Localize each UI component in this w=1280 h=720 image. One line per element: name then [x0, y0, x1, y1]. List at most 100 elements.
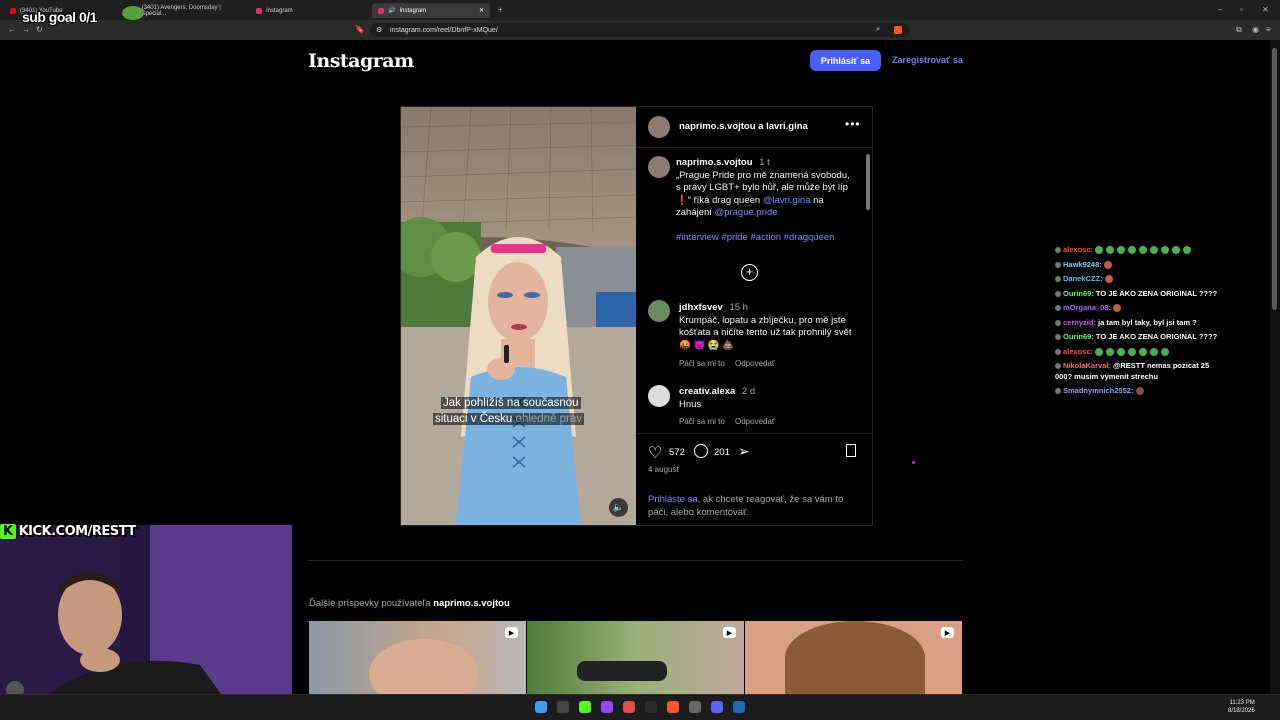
tab-instagram-active[interactable]: 🔊 Instagram ✕ — [372, 3, 490, 18]
menu-icon[interactable]: ≡ — [1266, 25, 1271, 34]
chat-username: Ourin69: — [1063, 288, 1094, 298]
chat-message: NikolaKarval: @RESTT nemas pozicat 25 00… — [1055, 361, 1225, 382]
author-avatar[interactable] — [648, 116, 670, 138]
tab-instagram-1[interactable]: Instagram — [250, 3, 368, 18]
new-tab-icon[interactable]: + — [498, 5, 503, 14]
share-icon[interactable]: ➢ — [738, 443, 750, 460]
more-options-icon[interactable]: ••• — [845, 117, 861, 131]
windows-start-icon[interactable] — [535, 701, 547, 713]
comment-username[interactable]: jdhxfsvev — [679, 302, 723, 313]
related-reel-1[interactable]: ▶ — [309, 621, 526, 694]
chat-emote-icon — [1095, 347, 1104, 356]
chat-emote-icon — [1161, 246, 1170, 255]
obs-app-icon[interactable] — [689, 701, 701, 713]
chat-badge-icon — [1055, 319, 1061, 326]
youtube-icon — [10, 7, 16, 14]
chat-username: NikolaKarval: — [1063, 361, 1111, 370]
comment-2-like[interactable]: Páči sa mi to — [679, 417, 725, 426]
bookmark-icon[interactable]: 🔖 — [355, 25, 365, 34]
chat-badge-icon — [1055, 305, 1061, 312]
caption-username[interactable]: naprimo.s.vojtou — [676, 157, 753, 168]
close-tab-icon[interactable]: ✕ — [479, 7, 484, 14]
signup-link[interactable]: Zaregistrovať sa — [892, 55, 963, 65]
chat-username: alexosc: — [1063, 346, 1094, 356]
profile-icon[interactable]: ◉ — [1252, 25, 1259, 34]
video-caption-line1: Jak pohlížíš na současnou — [441, 397, 581, 409]
stream-chat: alexosc: Hawk9248: DanekCZZ: Ourin69: TO… — [1055, 245, 1225, 401]
commenter-avatar[interactable] — [648, 385, 670, 407]
forward-icon[interactable]: → — [22, 25, 30, 34]
caption-hashtags[interactable]: #interview #pride #action #dragqueen — [676, 232, 834, 243]
extensions-icon[interactable]: ⧉ — [1236, 25, 1242, 35]
commenter-avatar[interactable] — [648, 300, 670, 322]
minimize-icon[interactable]: – — [1218, 5, 1222, 14]
address-bar[interactable]: ⚙ instagram.com/reel/DbnfP-xMQue/ ⌕ — [370, 23, 910, 37]
chat-badge-icon — [1055, 334, 1061, 341]
chat-text: ja tam byl taky, byl jsi tam ? — [1095, 317, 1197, 327]
instagram-logo[interactable]: Instagram — [308, 50, 414, 72]
discord-app-icon[interactable] — [711, 701, 723, 713]
kick-overlay: K KICK.COM/RESTT — [0, 524, 136, 539]
video-caption-line2: situaci v Česku ohledně práv — [433, 413, 585, 425]
reload-icon[interactable]: ↻ — [36, 25, 43, 34]
chat-emote-icon — [1161, 347, 1170, 356]
chat-badge-icon — [1055, 348, 1061, 355]
brave-shield-icon[interactable] — [894, 26, 902, 34]
like-icon[interactable]: ♡ — [648, 443, 662, 463]
back-icon[interactable]: ← — [8, 25, 16, 34]
os-taskbar — [0, 694, 1280, 720]
login-prompt-link[interactable]: Prihláste sa — [648, 494, 698, 505]
comment-icon[interactable] — [694, 444, 708, 458]
chat-emote-icon — [1139, 246, 1148, 255]
comment-2-reply[interactable]: Odpovedať — [735, 417, 775, 426]
related-reel-3[interactable]: ▶ — [745, 621, 962, 694]
webcam-frame — [0, 525, 292, 720]
chat-message: mOrgana_08: — [1055, 303, 1225, 314]
like-count: 572 — [669, 447, 685, 458]
comment-1: jdhxfsvev 15 h Krumpáč, lopatu a zbíječk… — [679, 302, 852, 351]
page-scrollbar-thumb[interactable] — [1272, 48, 1277, 310]
comment-1-like[interactable]: Páči sa mi to — [679, 359, 725, 368]
chat-emote-icon — [1106, 246, 1115, 255]
brave-app-icon[interactable] — [667, 701, 679, 713]
system-clock[interactable]: 11:23 PM 8/18/2026 — [1228, 699, 1255, 715]
comment-username[interactable]: creativ.alexa — [679, 386, 735, 397]
chat-username: cernyzid: — [1063, 317, 1096, 327]
reel-video[interactable]: Jak pohlížíš na současnou situaci v Česk… — [401, 107, 636, 525]
chat-username: Smadnymnich2552: — [1063, 386, 1134, 395]
browser-tab-bar: (3401) YouTube (3401) Avengers: Doomsday… — [0, 0, 1280, 20]
twitch-app-icon[interactable] — [601, 701, 613, 713]
maximize-icon[interactable]: ▫ — [1240, 5, 1243, 14]
chat-username: Hawk9248: — [1063, 259, 1102, 269]
mention-lavri-gina[interactable]: @lavri.gina — [763, 195, 811, 206]
comment-1-reply[interactable]: Odpovedať — [735, 359, 775, 368]
app-icon[interactable] — [645, 701, 657, 713]
close-window-icon[interactable]: ✕ — [1262, 5, 1269, 14]
section-divider — [308, 560, 963, 561]
reel-icon: ▶ — [941, 627, 954, 638]
chat-badge-icon — [1055, 290, 1061, 297]
translate-icon[interactable]: ⌕ — [876, 26, 880, 34]
mute-toggle-button[interactable]: 🔈 — [609, 498, 628, 517]
mention-prague-pride[interactable]: @prague.pride — [715, 207, 778, 218]
tab-avengers[interactable]: (3401) Avengers: Doomsday | Special... — [126, 3, 246, 18]
comments-scrollbar[interactable] — [865, 148, 871, 433]
chat-emote-icon — [1139, 347, 1148, 356]
login-button[interactable]: Prihlásiť sa — [810, 50, 881, 71]
save-icon[interactable] — [846, 444, 856, 457]
steam-app-icon[interactable] — [733, 701, 745, 713]
kick-app-icon[interactable] — [579, 701, 591, 713]
task-view-icon[interactable] — [557, 701, 569, 713]
chat-message: cernyzid: ja tam byl taky, byl jsi tam ? — [1055, 318, 1225, 329]
post-author[interactable]: naprimo.s.vojtou a lavri.gina — [679, 121, 808, 132]
chat-username: alexosc: — [1063, 245, 1094, 254]
site-info-icon[interactable]: ⚙ — [376, 26, 382, 34]
caption-avatar[interactable] — [648, 156, 670, 178]
load-more-comments-icon[interactable]: + — [741, 264, 758, 281]
chat-emote-icon — [1106, 347, 1115, 356]
more-posts-heading: Ďalšie príspevky používateľa naprimo.s.v… — [309, 598, 510, 609]
maps-app-icon[interactable] — [623, 701, 635, 713]
chat-username: DanekCZZ: — [1063, 274, 1103, 283]
chat-emote-icon — [1095, 246, 1104, 255]
related-reel-2[interactable]: ▶ — [527, 621, 744, 694]
